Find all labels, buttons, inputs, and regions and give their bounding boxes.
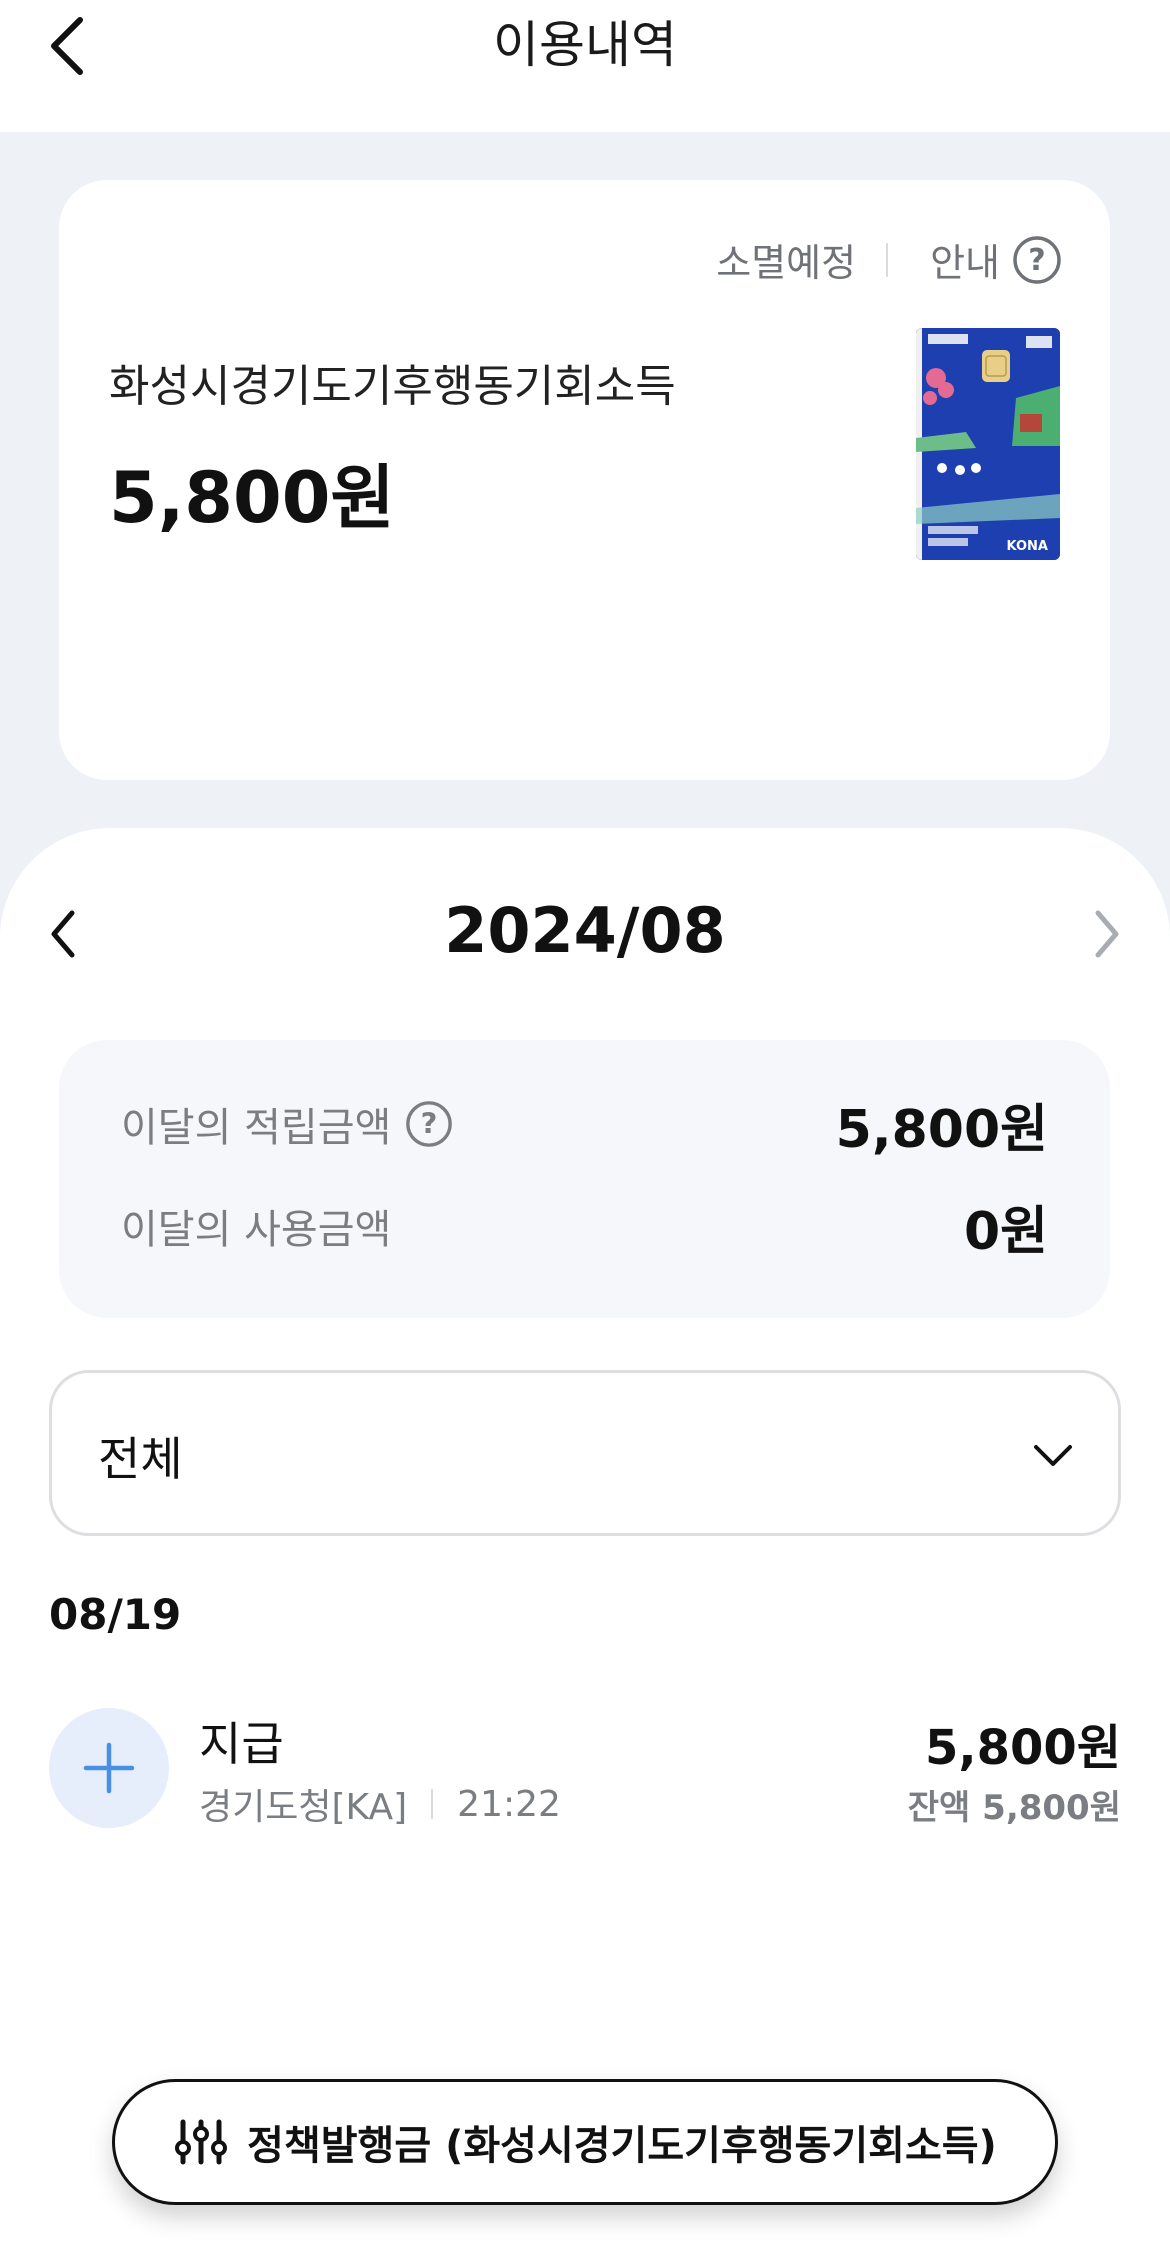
card-links: 소멸예정 안내 ? xyxy=(716,232,1062,287)
date-group-label: 08/19 xyxy=(49,1590,182,1639)
help-icon[interactable]: ? xyxy=(405,1100,453,1148)
earned-label-wrap: 이달의 적립금액 ? xyxy=(121,1095,453,1153)
card-name: 화성시경기도기후행동기회소득 xyxy=(109,361,676,412)
page-title: 이용내역 xyxy=(493,16,677,74)
svg-text:?: ? xyxy=(421,1107,438,1141)
month-title: 2024/08 xyxy=(444,894,726,967)
filter-select[interactable]: 전체 xyxy=(49,1370,1121,1536)
used-label: 이달의 사용금액 xyxy=(121,1207,392,1253)
sliders-icon xyxy=(175,2119,228,2165)
used-row: 이달의 사용금액 0원 xyxy=(121,1190,1048,1262)
card-illustration: KONA xyxy=(916,328,1060,560)
tx-meta: 경기도청[KA] 21:22 xyxy=(199,1778,561,1830)
app-header: 이용내역 xyxy=(0,0,1170,132)
next-month-button[interactable] xyxy=(1082,906,1132,962)
monthly-summary: 이달의 적립금액 ? 5,800원 이달의 사용금액 0원 xyxy=(59,1040,1110,1318)
tx-type-icon xyxy=(49,1708,169,1828)
card-image[interactable]: KONA xyxy=(916,328,1060,560)
tx-time: 21:22 xyxy=(457,1783,561,1825)
tx-divider xyxy=(431,1789,434,1819)
earned-row: 이달의 적립금액 ? 5,800원 xyxy=(121,1088,1048,1160)
filter-selected: 전체 xyxy=(98,1432,183,1486)
svg-text:?: ? xyxy=(1028,243,1045,278)
tx-balance: 잔액 5,800원 xyxy=(907,1788,1121,1828)
chevron-right-icon xyxy=(1095,910,1119,958)
tx-title: 지급 xyxy=(199,1717,284,1771)
plus-icon xyxy=(83,1742,135,1794)
help-icon[interactable]: ? xyxy=(1012,235,1062,285)
earned-value: 5,800원 xyxy=(835,1099,1048,1160)
chevron-down-icon xyxy=(1034,1445,1072,1466)
history-sheet: 2024/08 이달의 적립금액 ? 5,800원 이달의 사용금액 0원 전체 xyxy=(0,828,1170,2268)
tx-merchant: 경기도청[KA] xyxy=(199,1787,408,1828)
balance-card: 소멸예정 안내 ? 화성시경기도기후행동기회소득 5,800원 KONA xyxy=(59,180,1110,780)
link-divider xyxy=(886,242,889,277)
earned-label: 이달의 적립금액 xyxy=(121,1105,392,1151)
used-value: 0원 xyxy=(963,1201,1048,1262)
policy-fund-button[interactable]: 정책발행금 (화성시경기도기후행동기회소득) xyxy=(112,2079,1058,2205)
transaction-row[interactable]: 지급 경기도청[KA] 21:22 5,800원 잔액 5,800원 xyxy=(49,1708,1121,1838)
policy-fund-label: 정책발행금 (화성시경기도기후행동기회소득) xyxy=(247,2123,997,2169)
card-brand: KONA xyxy=(1007,539,1048,554)
card-amount: 5,800원 xyxy=(109,457,395,539)
info-link[interactable]: 안내 xyxy=(930,232,1000,287)
expire-link[interactable]: 소멸예정 xyxy=(716,232,856,287)
tx-amount: 5,800원 xyxy=(925,1720,1121,1776)
